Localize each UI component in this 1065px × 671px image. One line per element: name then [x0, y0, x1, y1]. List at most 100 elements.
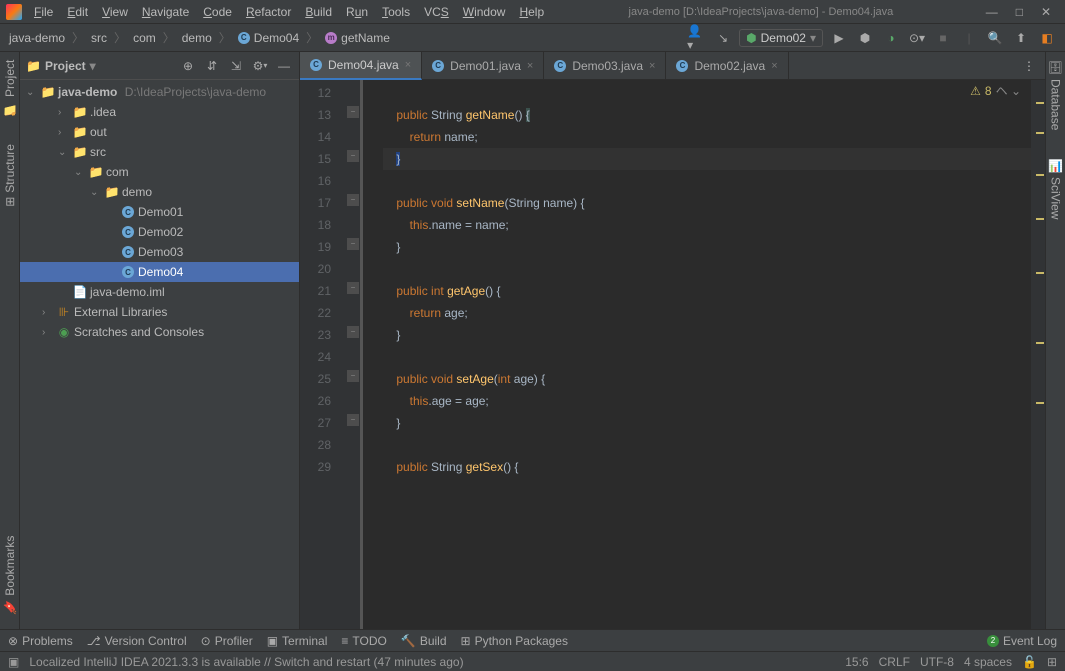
editor-tab-demo01-java[interactable]: CDemo01.java× [422, 52, 544, 80]
tree-item-java-demo-iml[interactable]: 📄java-demo.iml [20, 282, 299, 302]
project-panel-title[interactable]: 📁 Project ▾ [26, 59, 173, 73]
sciview-tab[interactable]: 📊SciView [1049, 155, 1063, 224]
menu-view[interactable]: View [96, 3, 134, 21]
separator: | [959, 28, 979, 48]
status-message[interactable]: Localized IntelliJ IDEA 2021.3.3 is avai… [29, 655, 463, 669]
bottom-build[interactable]: 🔨Build [401, 634, 447, 648]
tree-item-demo03[interactable]: CDemo03 [20, 242, 299, 262]
fold-gutter[interactable]: − − − − − − − − [345, 80, 363, 629]
menu-file[interactable]: File [28, 3, 59, 21]
breadcrumb-item[interactable]: CDemo04 [233, 30, 304, 46]
bottom-terminal[interactable]: ▣Terminal [267, 634, 328, 648]
editor-tab-demo04-java[interactable]: CDemo04.java× [300, 52, 422, 80]
titlebar: FileEditViewNavigateCodeRefactorBuildRun… [0, 0, 1065, 24]
encoding[interactable]: UTF-8 [920, 655, 954, 669]
run-config-selector[interactable]: ⬢ Demo02 ▾ [739, 29, 823, 47]
project-root[interactable]: ⌄📁 java-demo D:\IdeaProjects\java-demo [20, 82, 299, 102]
close-icon[interactable]: × [771, 60, 777, 72]
event-log-button[interactable]: 2Event Log [987, 634, 1057, 648]
bottom-version-control[interactable]: ⎇Version Control [87, 634, 187, 648]
right-toolbar: 🗄Database 📊SciView [1045, 52, 1065, 629]
menu-help[interactable]: Help [513, 3, 550, 21]
expand-all-icon[interactable]: ⇵ [203, 57, 221, 75]
sync-button[interactable]: ⬆ [1011, 28, 1031, 48]
main-area: 📁Project ⊞Structure 🔖Bookmarks 📁 Project… [0, 52, 1065, 629]
breadcrumb-item[interactable]: com [128, 30, 161, 46]
fold-toggle-icon[interactable]: − [347, 150, 359, 162]
user-icon[interactable]: 👤▾ [687, 28, 707, 48]
fold-toggle-icon[interactable]: − [347, 326, 359, 338]
coverage-button[interactable]: ◑ [881, 28, 901, 48]
close-icon[interactable]: × [649, 60, 655, 72]
select-opened-icon[interactable]: ⊕ [179, 57, 197, 75]
fold-toggle-icon[interactable]: − [347, 370, 359, 382]
editor-tab-demo02-java[interactable]: CDemo02.java× [666, 52, 788, 80]
tree-item-demo02[interactable]: CDemo02 [20, 222, 299, 242]
fold-toggle-icon[interactable]: − [347, 282, 359, 294]
bottom-python-packages[interactable]: ⊞Python Packages [461, 634, 568, 648]
bottom-todo[interactable]: ≡TODO [341, 634, 386, 648]
run-button[interactable]: ▶ [829, 28, 849, 48]
close-button[interactable]: ✕ [1041, 5, 1051, 19]
project-panel-header: 📁 Project ▾ ⊕ ⇵ ⇲ ⚙ ▾ — [20, 52, 299, 80]
menu-refactor[interactable]: Refactor [240, 3, 297, 21]
editor-tab-demo03-java[interactable]: CDemo03.java× [544, 52, 666, 80]
tree-item-scratches-and-consoles[interactable]: ›◉Scratches and Consoles [20, 322, 299, 342]
warnings-badge[interactable]: ⚠ 8 ヘ ⌄ [970, 82, 1021, 99]
bottom-profiler[interactable]: ⊙Profiler [201, 634, 253, 648]
tree-item-demo01[interactable]: CDemo01 [20, 202, 299, 222]
fold-toggle-icon[interactable]: − [347, 106, 359, 118]
database-tab[interactable]: 🗄Database [1049, 56, 1063, 135]
fold-toggle-icon[interactable]: − [347, 414, 359, 426]
fold-toggle-icon[interactable]: − [347, 238, 359, 250]
menu-vcs[interactable]: VCS [418, 3, 455, 21]
profile-button[interactable]: ⊙▾ [907, 28, 927, 48]
breadcrumb-item[interactable]: demo [177, 30, 217, 46]
minimize-button[interactable]: — [986, 5, 998, 19]
tree-item-demo04[interactable]: CDemo04 [20, 262, 299, 282]
collapse-all-icon[interactable]: ⇲ [227, 57, 245, 75]
tree-item--idea[interactable]: ›📁.idea [20, 102, 299, 122]
toggle-tools-icon[interactable]: ▣ [8, 655, 19, 669]
stop-button[interactable]: ■ [933, 28, 953, 48]
tree-item-out[interactable]: ›📁out [20, 122, 299, 142]
tabs-more-icon[interactable]: ⋮ [1013, 59, 1045, 73]
tree-item-src[interactable]: ⌄📁src [20, 142, 299, 162]
code-area[interactable]: public String getName() { return name; }… [363, 80, 1031, 629]
search-button[interactable]: 🔍 [985, 28, 1005, 48]
structure-tab[interactable]: ⊞Structure [3, 140, 17, 211]
breadcrumb-item[interactable]: src [86, 30, 112, 46]
debug-button[interactable]: ⬢ [855, 28, 875, 48]
tree-item-demo[interactable]: ⌄📁demo [20, 182, 299, 202]
menu-build[interactable]: Build [299, 3, 338, 21]
menu-edit[interactable]: Edit [61, 3, 94, 21]
fold-toggle-icon[interactable]: − [347, 194, 359, 206]
marker-bar[interactable] [1031, 80, 1045, 629]
close-icon[interactable]: × [527, 60, 533, 72]
memory-icon[interactable]: ⊞ [1047, 655, 1057, 669]
maximize-button[interactable]: □ [1016, 5, 1023, 19]
menu-window[interactable]: Window [457, 3, 512, 21]
menu-run[interactable]: Run [340, 3, 374, 21]
indent[interactable]: 4 spaces [964, 655, 1012, 669]
hide-panel-icon[interactable]: — [275, 57, 293, 75]
breadcrumb-item[interactable]: mgetName [320, 30, 395, 46]
bookmarks-tab[interactable]: 🔖Bookmarks [3, 532, 17, 619]
readonly-icon[interactable]: 🔓 [1022, 655, 1037, 669]
bottom-problems[interactable]: ⊗Problems [8, 634, 73, 648]
menu-tools[interactable]: Tools [376, 3, 416, 21]
ide-update-icon[interactable]: ◧ [1037, 28, 1057, 48]
settings-icon[interactable]: ⚙ ▾ [251, 57, 269, 75]
line-ending[interactable]: CRLF [879, 655, 910, 669]
editor-body[interactable]: ⚠ 8 ヘ ⌄ 12131415161718192021222324252627… [300, 80, 1045, 629]
breadcrumb-item[interactable]: java-demo [4, 30, 70, 46]
build-icon[interactable]: ↘ [713, 28, 733, 48]
tree-item-com[interactable]: ⌄📁com [20, 162, 299, 182]
project-tab[interactable]: 📁Project [3, 56, 17, 120]
tree-item-external-libraries[interactable]: ›⊪External Libraries [20, 302, 299, 322]
menu-code[interactable]: Code [197, 3, 238, 21]
caret-position[interactable]: 15:6 [845, 655, 868, 669]
close-icon[interactable]: × [405, 59, 411, 71]
line-number-gutter[interactable]: 121314151617181920212223242526272829 [300, 80, 345, 629]
menu-navigate[interactable]: Navigate [136, 3, 195, 21]
